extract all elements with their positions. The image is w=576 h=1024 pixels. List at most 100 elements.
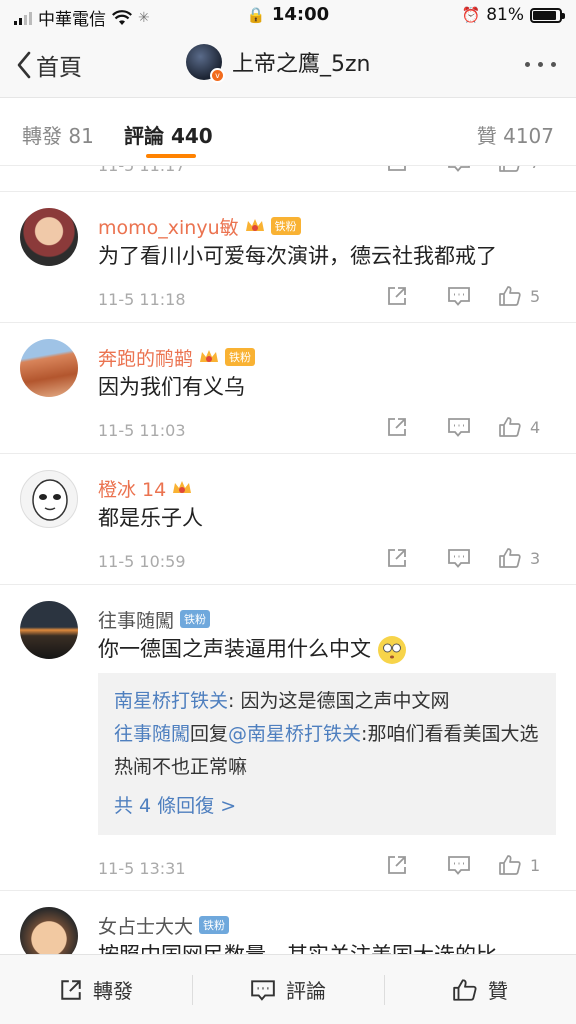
repost-button[interactable]: 轉發: [0, 955, 192, 1024]
tab-likes[interactable]: 贊 4107: [477, 120, 554, 149]
crown-icon: [173, 481, 192, 493]
commenter-name[interactable]: 橙冰 14: [98, 475, 166, 502]
commenter-name-row: 奔跑的鸸鹋 铁粉: [98, 323, 576, 371]
commenter-name[interactable]: 往事随闖: [98, 606, 174, 633]
comment-icon: [448, 856, 470, 875]
reply-mention[interactable]: @南星桥打铁关: [228, 723, 361, 745]
commenter-name[interactable]: momo_xinyu敏: [98, 213, 239, 240]
comment-button[interactable]: 評論: [192, 955, 384, 1024]
share-button[interactable]: [366, 166, 428, 173]
like-count: 3: [530, 548, 541, 568]
avatar[interactable]: [20, 470, 78, 528]
chevron-left-icon: [17, 51, 31, 79]
thumbs-up-icon: [499, 417, 521, 437]
more-button[interactable]: [525, 62, 556, 67]
share-icon: [388, 418, 406, 436]
share-icon: [388, 549, 406, 567]
tab-repost[interactable]: 轉發 81: [22, 120, 94, 149]
dizzy-face-emoji-icon: [377, 636, 406, 664]
reply-author[interactable]: 往事随闖: [114, 723, 190, 745]
reply-thread[interactable]: 南星桥打铁关: 因为这是德国之声中文网 往事随闖回复@南星桥打铁关:那咱们看看美…: [98, 673, 556, 835]
share-icon: [388, 166, 406, 171]
share-button[interactable]: [366, 854, 428, 876]
face-icon: [32, 479, 68, 521]
comment-time: 11-5 13:31: [98, 859, 186, 878]
commenter-name-row: 女占士大大 铁粉: [98, 891, 576, 939]
commenter-name-row: 橙冰 14: [98, 454, 576, 502]
avatar[interactable]: [20, 601, 78, 659]
comment-text-body: 你一德国之声装逼用什么中文: [98, 637, 371, 661]
reply-button[interactable]: [428, 416, 490, 438]
avatar[interactable]: [20, 907, 78, 954]
thumbs-up-icon: [499, 286, 521, 306]
thumbs-up-icon: [499, 166, 520, 172]
reply-author[interactable]: 南星桥打铁关: [114, 690, 228, 712]
reply-button[interactable]: [428, 854, 490, 876]
like-button[interactable]: 3: [498, 546, 558, 570]
post-author[interactable]: v 上帝之鷹_5zn: [186, 44, 371, 83]
reply-button[interactable]: [428, 547, 490, 569]
like-button[interactable]: 贊: [384, 955, 576, 1024]
reply-text: 因为这是德国之声中文网: [240, 690, 450, 712]
more-dot-icon: [525, 62, 530, 67]
commenter-name[interactable]: 女占士大大: [98, 912, 193, 939]
reply-item: 南星桥打铁关: 因为这是德国之声中文网: [114, 685, 540, 718]
comment-time: 11-5 11:03: [98, 421, 186, 440]
comment-footer: 11-5 13:31 1: [98, 841, 576, 897]
reply-button[interactable]: [428, 166, 490, 173]
more-replies-link[interactable]: 共 4 條回復 >: [114, 790, 540, 823]
page-title: 上帝之鷹_5zn: [232, 52, 371, 77]
comment-item: momo_xinyu敏 铁粉 为了看川小可爱每次演讲，德云社我都戒了 11-5 …: [0, 192, 576, 323]
comment-icon: [448, 287, 470, 306]
like-button[interactable]: 5: [498, 284, 558, 308]
reply-item: 往事随闖回复@南星桥打铁关:那咱们看看美国大选热闹不也正常嘛: [114, 718, 540, 784]
tab-comments[interactable]: 評論 440: [124, 120, 213, 149]
reply-button[interactable]: [428, 285, 490, 307]
comment-icon: [448, 418, 470, 437]
like-count: 1: [530, 855, 541, 875]
like-count: 5: [530, 286, 541, 306]
commenter-name-row: momo_xinyu敏 铁粉: [98, 192, 576, 240]
comment-text: 因为我们有义乌: [98, 375, 245, 399]
comment-item-partial: 11-5 11:17 7: [0, 166, 576, 192]
like-button[interactable]: 1: [498, 853, 558, 877]
clock-time: 14:00: [271, 4, 330, 25]
status-bar: 中華電信 ✳ 🔒 14:00 ⏰ 81%: [0, 0, 576, 32]
lock-icon: 🔒: [246, 6, 266, 24]
battery-percent: 81%: [486, 5, 524, 25]
share-icon: [388, 856, 406, 874]
comment-item: 女占士大大 铁粉 按照中国网民数量，其实关注美国大选的比: [0, 891, 576, 954]
share-icon: [388, 287, 406, 305]
avatar[interactable]: [20, 208, 78, 266]
comment-time: 11-5 10:59: [98, 552, 186, 571]
repost-label: 轉發: [93, 979, 133, 1003]
share-button[interactable]: [366, 285, 428, 307]
more-dot-icon: [551, 62, 556, 67]
commenter-name[interactable]: 奔跑的鸸鹋: [98, 344, 193, 371]
comment-footer: 11-5 11:18 5: [98, 272, 576, 328]
avatar[interactable]: [20, 339, 78, 397]
comment-item: 往事随闖 铁粉 你一德国之声装逼用什么中文 南星桥打铁关: 因为这是德国之声中文…: [0, 585, 576, 891]
nav-bar: 首頁 v 上帝之鷹_5zn: [0, 32, 576, 98]
like-count: 7: [530, 166, 540, 172]
back-button[interactable]: 首頁: [16, 48, 82, 82]
comment-time: 11-5 11:18: [98, 290, 186, 309]
comment-time: 11-5 11:17: [98, 166, 186, 175]
comment-text: 你一德国之声装逼用什么中文: [98, 633, 576, 665]
like-button[interactable]: 4: [498, 415, 558, 439]
share-button[interactable]: [366, 416, 428, 438]
fan-badge: 铁粉: [180, 610, 211, 628]
bottom-action-bar: 轉發 評論 贊: [0, 954, 576, 1024]
comment-list[interactable]: 11-5 11:17 7 momo_xinyu敏 铁粉 为了看川小可爱每次演讲，…: [0, 166, 576, 954]
crown-icon: [245, 219, 264, 231]
crown-icon: [200, 350, 219, 362]
active-tab-indicator: [146, 154, 196, 158]
like-count: 4: [530, 417, 541, 437]
thumbs-up-icon: [453, 978, 477, 1001]
comment-item: 橙冰 14 都是乐子人 11-5 10:59 3: [0, 454, 576, 585]
share-button[interactable]: [366, 547, 428, 569]
avatar[interactable]: v: [186, 44, 225, 83]
battery-icon: [530, 7, 565, 23]
reply-separator: :: [228, 690, 241, 712]
like-button[interactable]: 7: [498, 166, 558, 174]
